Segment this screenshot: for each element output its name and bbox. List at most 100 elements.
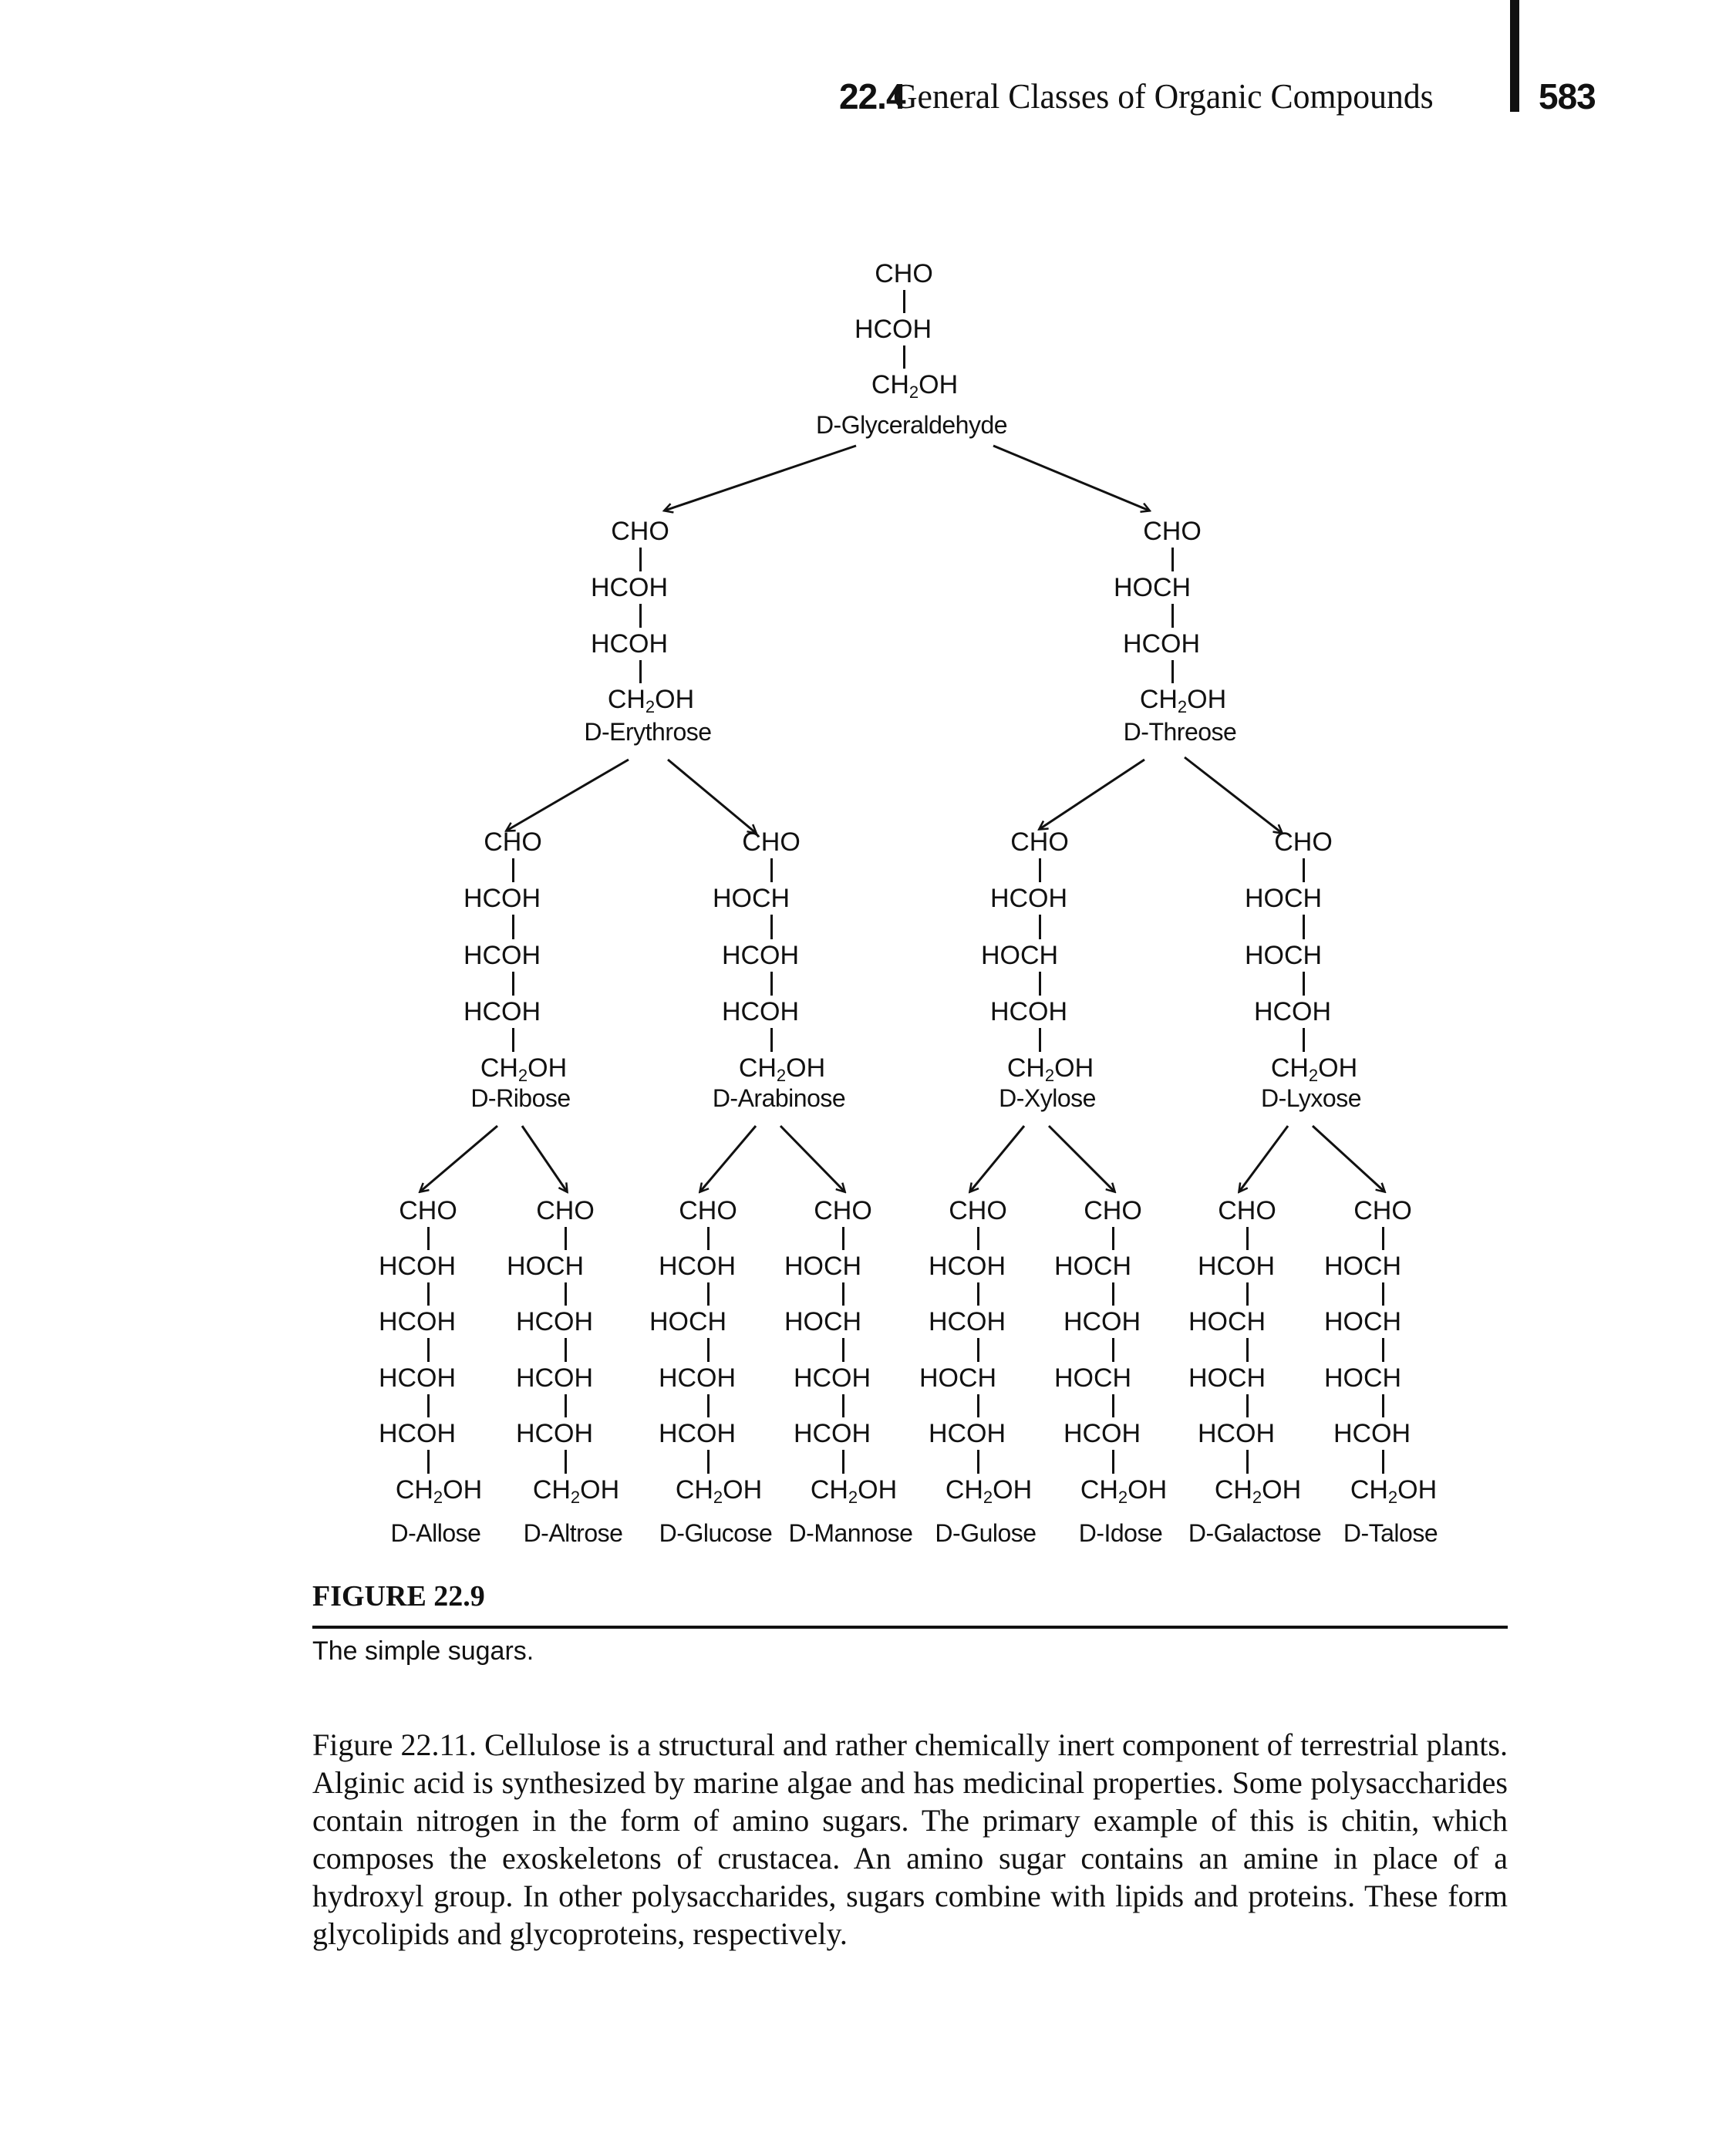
- d-gulose-bond: [977, 1227, 979, 1250]
- d-mannose-bond: [842, 1394, 844, 1417]
- d-altrose-group-hcoh: HCOH: [515, 1307, 594, 1336]
- d-talose-group-cho: CHO: [1353, 1196, 1412, 1225]
- d-allose-group-cho: CHO: [399, 1196, 457, 1225]
- d-arabinose-bond: [770, 858, 773, 882]
- d-altrose-group-hcoh: HCOH: [515, 1363, 594, 1393]
- d-talose-group-ch2oh: CH2OH: [1350, 1475, 1438, 1507]
- d-talose-bond: [1382, 1450, 1384, 1474]
- d-glucose-name-label: D-Glucose: [659, 1519, 773, 1547]
- d-lyxose-bond: [1303, 1028, 1305, 1052]
- d-galactose-bond: [1246, 1282, 1249, 1306]
- d-mannose-bond: [842, 1338, 844, 1362]
- d-altrose-bond: [565, 1282, 567, 1306]
- d-lyxose-group-ch2oh: CH2OH: [1270, 1053, 1358, 1085]
- d-talose-group-hoch: HOCH: [1323, 1307, 1402, 1336]
- d-idose-group-hcoh: HCOH: [1063, 1307, 1141, 1336]
- d-talose-bond: [1382, 1227, 1384, 1250]
- d-glyceraldehyde-bond: [903, 345, 905, 369]
- arrow-d-arabinose-to-d-glucose: [700, 1125, 757, 1191]
- d-ribose-bond: [512, 972, 514, 996]
- d-gulose-group-hcoh: HCOH: [928, 1419, 1006, 1448]
- d-erythrose-group-hcoh: HCOH: [590, 629, 669, 659]
- d-altrose-bond: [565, 1338, 567, 1362]
- arrow-d-xylose-to-d-idose: [1047, 1124, 1114, 1191]
- d-idose-group-hoch: HOCH: [1053, 1363, 1132, 1393]
- d-mannose-bond: [842, 1282, 844, 1306]
- d-altrose-name-label: D-Altrose: [523, 1519, 623, 1547]
- d-lyxose-group-hcoh: HCOH: [1253, 997, 1332, 1026]
- d-threose-group-hoch: HOCH: [1113, 573, 1192, 602]
- d-mannose-bond: [842, 1227, 844, 1250]
- d-idose-group-cho: CHO: [1084, 1196, 1142, 1225]
- d-ribose-name-label: D-Ribose: [470, 1084, 571, 1112]
- d-galactose-group-hoch: HOCH: [1188, 1307, 1266, 1336]
- arrow-d-arabinose-to-d-mannose: [779, 1124, 844, 1191]
- d-glyceraldehyde-group-hcoh: HCOH: [854, 315, 932, 344]
- d-glucose-group-hcoh: HCOH: [658, 1419, 737, 1448]
- figure-number: FIGURE 22.9: [312, 1580, 485, 1613]
- d-ribose-bond: [512, 1028, 514, 1052]
- d-galactose-group-hcoh: HCOH: [1197, 1419, 1276, 1448]
- d-idose-bond: [1112, 1394, 1114, 1417]
- d-xylose-group-hoch: HOCH: [980, 941, 1059, 970]
- d-xylose-group-hcoh: HCOH: [989, 997, 1068, 1026]
- d-talose-bond: [1382, 1338, 1384, 1362]
- d-threose-bond: [1171, 548, 1174, 571]
- d-allose-bond: [427, 1338, 430, 1362]
- arrow-threose-to-lyxose: [1184, 756, 1282, 833]
- d-xylose-bond: [1039, 1028, 1041, 1052]
- d-threose-group-cho: CHO: [1143, 517, 1202, 546]
- d-gulose-group-ch2oh: CH2OH: [945, 1475, 1033, 1507]
- d-idose-group-hoch: HOCH: [1053, 1252, 1132, 1281]
- d-mannose-group-cho: CHO: [814, 1196, 872, 1225]
- d-altrose-group-hcoh: HCOH: [515, 1419, 594, 1448]
- d-arabinose-name-label: D-Arabinose: [712, 1084, 846, 1112]
- d-idose-bond: [1112, 1338, 1114, 1362]
- d-talose-group-hoch: HOCH: [1323, 1363, 1402, 1393]
- d-altrose-group-ch2oh: CH2OH: [532, 1475, 620, 1507]
- d-xylose-name-label: D-Xylose: [999, 1084, 1096, 1112]
- d-threose-group-hcoh: HCOH: [1122, 629, 1201, 659]
- d-idose-group-hcoh: HCOH: [1063, 1419, 1141, 1448]
- d-galactose-bond: [1246, 1450, 1249, 1474]
- d-gulose-group-hcoh: HCOH: [928, 1307, 1006, 1336]
- d-allose-group-hcoh: HCOH: [378, 1307, 457, 1336]
- d-xylose-bond: [1039, 972, 1041, 996]
- d-altrose-bond: [565, 1394, 567, 1417]
- d-gulose-bond: [977, 1394, 979, 1417]
- d-mannose-group-hcoh: HCOH: [793, 1419, 871, 1448]
- d-glucose-group-ch2oh: CH2OH: [675, 1475, 763, 1507]
- d-threose-bond: [1171, 604, 1174, 628]
- d-idose-bond: [1112, 1282, 1114, 1306]
- d-xylose-group-hcoh: HCOH: [989, 884, 1068, 913]
- d-glyceraldehyde-group-cho: CHO: [875, 259, 933, 288]
- d-arabinose-group-ch2oh: CH2OH: [738, 1053, 826, 1085]
- arrow-d-lyxose-to-d-talose: [1311, 1124, 1384, 1191]
- d-glucose-group-hoch: HOCH: [649, 1307, 727, 1336]
- d-gulose-group-cho: CHO: [949, 1196, 1007, 1225]
- d-arabinose-bond: [770, 915, 773, 939]
- d-glyceraldehyde-name-label: D-Glyceraldehyde: [815, 411, 1008, 439]
- d-glucose-bond: [707, 1227, 710, 1250]
- d-mannose-group-hoch: HOCH: [784, 1307, 862, 1336]
- aldose-family-tree-diagram: CHO HCOH CH2OH D-Glyceraldehyde CHO HCOH HCOH C…: [0, 0, 1736, 1589]
- d-arabinose-bond: [770, 972, 773, 996]
- d-glyceraldehyde-bond: [903, 290, 905, 313]
- d-mannose-group-hcoh: HCOH: [793, 1363, 871, 1393]
- d-erythrose-bond: [639, 548, 642, 571]
- d-lyxose-group-cho: CHO: [1274, 827, 1333, 857]
- arrow-erythrose-to-ribose: [507, 758, 629, 831]
- arrow-d-ribose-to-d-altrose: [521, 1125, 567, 1191]
- d-idose-bond: [1112, 1227, 1114, 1250]
- arrow-d-lyxose-to-d-galactose: [1239, 1125, 1289, 1191]
- body-paragraph: Figure 22.11. Cellulose is a structural …: [312, 1727, 1508, 1951]
- d-allose-bond: [427, 1450, 430, 1474]
- d-allose-group-ch2oh: CH2OH: [395, 1475, 483, 1507]
- caption-rule: [312, 1626, 1508, 1629]
- d-galactose-group-cho: CHO: [1218, 1196, 1276, 1225]
- d-xylose-group-cho: CHO: [1010, 827, 1069, 857]
- d-erythrose-bond: [639, 660, 642, 683]
- diagram-arrows: [0, 444, 1736, 1589]
- d-xylose-bond: [1039, 858, 1041, 882]
- d-xylose-group-ch2oh: CH2OH: [1006, 1053, 1094, 1085]
